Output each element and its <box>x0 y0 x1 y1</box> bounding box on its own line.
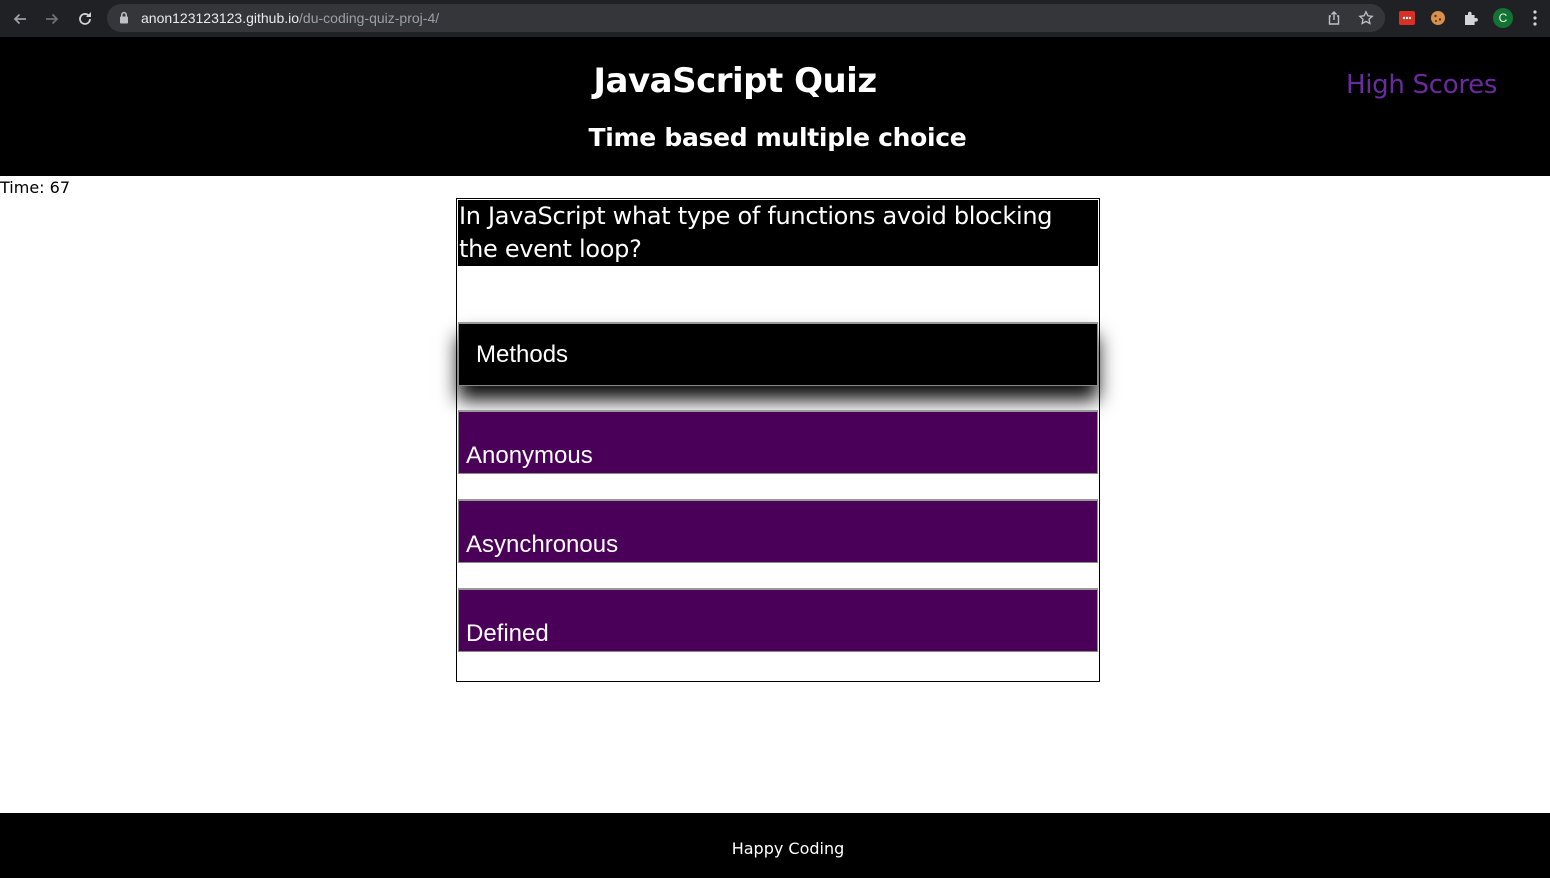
bookmark-star-icon[interactable] <box>1358 10 1374 31</box>
cookie-extension-icon[interactable] <box>1429 9 1447 32</box>
choice-button[interactable]: Anonymous <box>458 410 1098 474</box>
question-text: In JavaScript what type of functions avo… <box>458 200 1098 266</box>
choice-button[interactable]: Asynchronous <box>458 499 1098 563</box>
choice-button[interactable]: Defined <box>458 588 1098 652</box>
page-title: JavaScript Quiz <box>593 61 877 101</box>
page-subtitle: Time based multiple choice <box>588 123 967 152</box>
menu-dots-icon[interactable] <box>1527 9 1543 32</box>
url-path: /du-coding-quiz-proj-4/ <box>299 10 440 26</box>
quiz-card: In JavaScript what type of functions avo… <box>456 198 1100 682</box>
lock-icon <box>119 11 129 29</box>
high-scores-link[interactable]: High Scores <box>1346 70 1497 100</box>
back-icon[interactable] <box>6 0 34 37</box>
share-icon[interactable] <box>1326 10 1342 31</box>
site-footer: Happy Coding <box>0 813 1550 878</box>
extension-icon[interactable] <box>1398 9 1416 32</box>
forward-icon[interactable] <box>38 0 66 37</box>
reload-icon[interactable] <box>71 0 99 37</box>
site-header: JavaScript Quiz Time based multiple choi… <box>0 37 1550 176</box>
url-host: anon123123123.github.io <box>141 10 300 26</box>
avatar[interactable]: C <box>1493 8 1513 28</box>
puzzle-icon[interactable] <box>1462 9 1480 32</box>
choice-button[interactable]: Methods <box>458 322 1098 386</box>
address-bar[interactable]: anon123123123.github.io/du-coding-quiz-p… <box>107 4 1385 32</box>
browser-toolbar: anon123123123.github.io/du-coding-quiz-p… <box>0 0 1550 37</box>
timer: Time: 67 <box>0 178 70 197</box>
footer-text: Happy Coding <box>731 839 845 858</box>
url-text[interactable]: anon123123123.github.io/du-coding-quiz-p… <box>141 4 439 32</box>
